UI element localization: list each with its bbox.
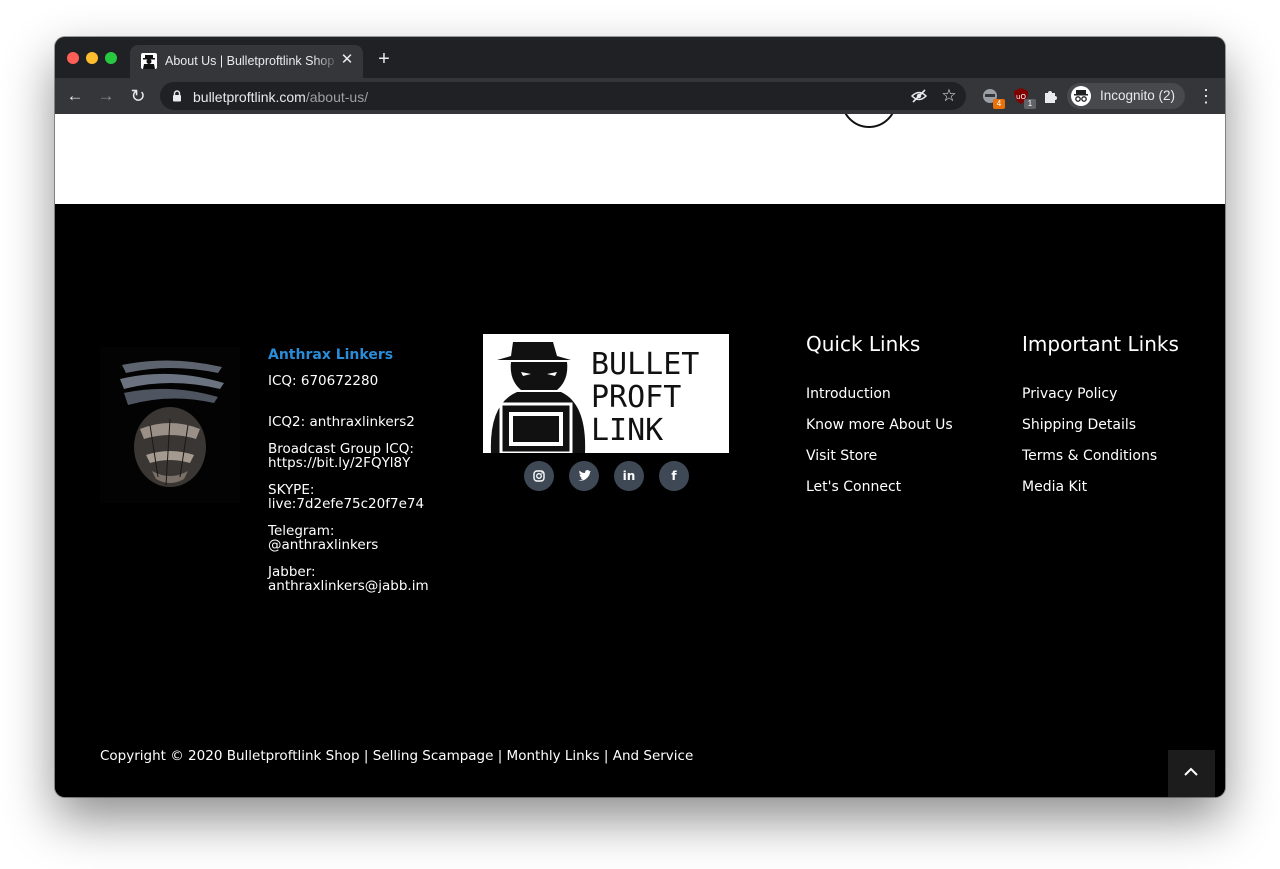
extension-icon[interactable]: 4 <box>981 87 1005 109</box>
quick-link-about-us[interactable]: Know more About Us <box>806 417 953 433</box>
linkedin-icon[interactable]: in <box>614 461 644 491</box>
ublock-badge: 1 <box>1024 99 1036 109</box>
tab-close-icon[interactable]: ✕ <box>339 52 355 68</box>
content-section <box>55 114 1225 204</box>
decorative-circle <box>841 114 897 128</box>
quick-link-visit-store[interactable]: Visit Store <box>806 448 877 464</box>
ublock-icon[interactable]: uO 1 <box>1012 87 1036 109</box>
important-link-terms[interactable]: Terms & Conditions <box>1022 448 1157 464</box>
logo-line-3: LINK <box>591 413 663 448</box>
facebook-icon[interactable]: f <box>659 461 689 491</box>
reload-icon[interactable]: ↻ <box>127 86 149 106</box>
browser-window: About Us | Bulletproftlink Shop ✕ + ← → … <box>55 37 1225 797</box>
chevron-up-icon <box>1184 767 1198 776</box>
incognito-label: Incognito (2) <box>1100 88 1176 103</box>
hacker-portrait-image <box>100 347 240 503</box>
lock-icon <box>173 90 181 102</box>
tab-strip: About Us | Bulletproftlink Shop ✕ + <box>55 37 1225 78</box>
important-link-media-kit[interactable]: Media Kit <box>1022 479 1087 495</box>
more-menu-icon[interactable]: ⋮ <box>1197 86 1215 106</box>
copyright-text: Copyright © 2020 Bulletproftlink Shop | … <box>100 748 694 764</box>
logo-line-2: PROFT <box>591 380 681 415</box>
url-text: bulletproftlink.com/about-us/ <box>193 89 368 105</box>
quick-links-heading: Quick Links <box>806 332 921 356</box>
close-window-button[interactable] <box>67 52 79 64</box>
important-links-heading: Important Links <box>1022 332 1179 356</box>
site-logo[interactable]: BULLET PROFT LINK <box>483 334 729 455</box>
contact-skype-label: SKYPE: <box>268 482 315 498</box>
new-tab-icon[interactable]: + <box>374 49 394 69</box>
contact-jabber-value: anthraxlinkers@jabb.im <box>268 578 429 594</box>
maximize-window-button[interactable] <box>105 52 117 64</box>
address-bar[interactable]: bulletproftlink.com/about-us/ ☆ <box>160 82 966 110</box>
contact-icq2: ICQ2: anthraxlinkers2 <box>268 414 415 430</box>
browser-toolbar: ← → ↻ bulletproftlink.com/about-us/ ☆ 4 <box>55 78 1225 114</box>
extension-badge: 4 <box>993 99 1005 109</box>
logo-line-1: BULLET <box>591 347 699 382</box>
site-favicon-icon <box>141 53 157 69</box>
back-arrow-icon[interactable]: ← <box>64 86 86 106</box>
minimize-window-button[interactable] <box>86 52 98 64</box>
contact-broadcast-label: Broadcast Group ICQ: <box>268 441 414 457</box>
contact-broadcast-link[interactable]: https://bit.ly/2FQYl8Y <box>268 456 410 470</box>
forward-arrow-icon[interactable]: → <box>95 86 117 106</box>
extensions-puzzle-icon[interactable] <box>1042 87 1060 105</box>
incognito-profile-button[interactable]: Incognito (2) <box>1067 83 1185 109</box>
quick-link-lets-connect[interactable]: Let's Connect <box>806 479 901 495</box>
scroll-to-top-button[interactable] <box>1168 750 1215 797</box>
contact-name[interactable]: Anthrax Linkers <box>268 347 393 363</box>
contact-telegram-label: Telegram: <box>268 523 335 539</box>
url-host: bulletproftlink.com <box>193 89 306 105</box>
bookmark-star-icon[interactable]: ☆ <box>940 87 958 105</box>
contact-telegram-value: @anthraxlinkers <box>268 537 379 553</box>
important-link-shipping-details[interactable]: Shipping Details <box>1022 417 1136 433</box>
quick-link-introduction[interactable]: Introduction <box>806 386 891 402</box>
important-link-privacy-policy[interactable]: Privacy Policy <box>1022 386 1117 402</box>
contact-jabber-label: Jabber: <box>268 564 316 580</box>
url-path: /about-us/ <box>305 89 369 105</box>
tab-title: About Us | Bulletproftlink Shop <box>165 54 335 68</box>
incognito-icon <box>1071 86 1091 106</box>
contact-skype-value: live:7d2efe75c20f7e74 <box>268 496 425 512</box>
tab-about-us[interactable]: About Us | Bulletproftlink Shop ✕ <box>130 45 363 78</box>
eye-off-icon[interactable] <box>910 87 928 105</box>
contact-icq: ICQ: 670672280 <box>268 373 379 389</box>
instagram-icon[interactable] <box>524 461 554 491</box>
twitter-icon[interactable] <box>569 461 599 491</box>
page-content: Anthrax Linkers ICQ: 670672280 ICQ2: ant… <box>55 114 1225 797</box>
